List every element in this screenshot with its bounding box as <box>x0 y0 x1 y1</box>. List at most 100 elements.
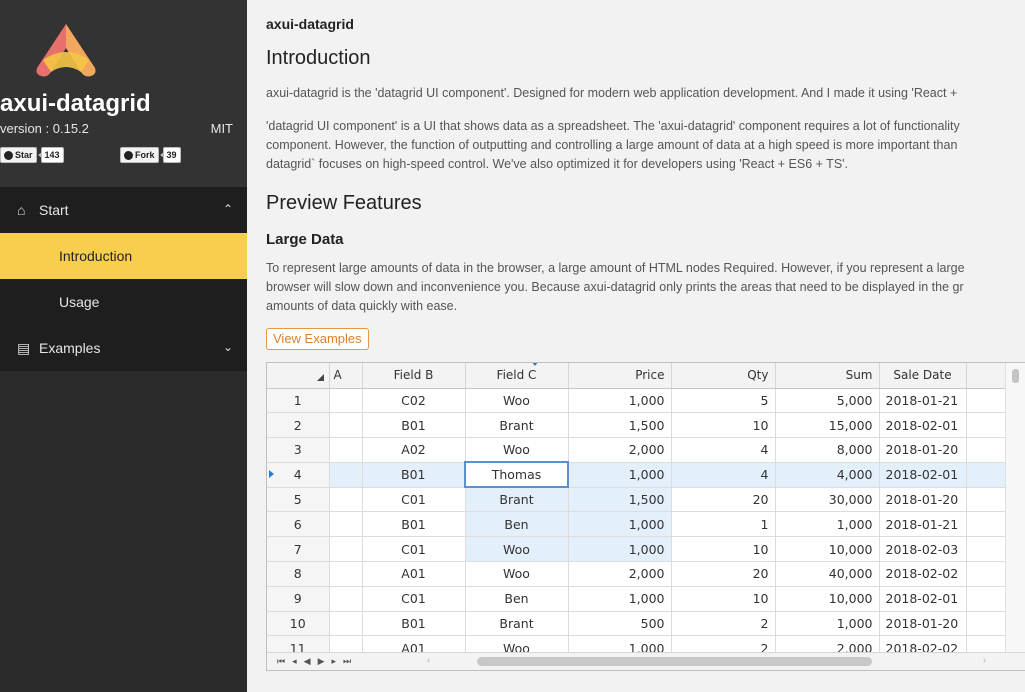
vertical-scroll-thumb[interactable] <box>1012 369 1019 383</box>
last-page-icon[interactable]: ⏭ <box>343 656 351 667</box>
view-examples-button[interactable]: View Examples <box>266 328 369 350</box>
sidebar-item-introduction[interactable]: Introduction <box>0 233 247 279</box>
cell-field-c[interactable]: Ben <box>465 586 569 612</box>
prev-block-icon[interactable]: ◂ <box>292 656 297 667</box>
table-row[interactable]: 5 C01 Brant 1,500 20 30,000 2018-01-20 <box>267 487 1008 513</box>
cell-sale-date[interactable]: 2018-02-01 <box>879 462 967 488</box>
cell-sum[interactable]: 10,000 <box>775 536 880 563</box>
table-row[interactable]: 2 B01 Brant 1,500 10 15,000 2018-02-01 <box>267 412 1008 439</box>
cell-a[interactable] <box>329 511 363 538</box>
next-block-icon[interactable]: ▸ <box>331 656 336 667</box>
cell-sum[interactable]: 40,000 <box>775 561 880 587</box>
row-number-cell[interactable]: 1 <box>267 388 330 414</box>
horizontal-scroll-thumb[interactable] <box>477 657 872 666</box>
row-number-cell[interactable]: 3 <box>267 437 330 463</box>
vertical-scrollbar[interactable] <box>1005 363 1025 653</box>
cell-sale-date[interactable]: 2018-01-21 <box>879 388 967 414</box>
cell-field-b[interactable]: B01 <box>362 611 466 637</box>
sidebar-item-usage[interactable]: Usage <box>0 279 247 325</box>
cell-field-b[interactable]: C01 <box>362 487 466 513</box>
datagrid[interactable]: A Field B Field C Price Qty Sum Sale Dat… <box>266 362 1025 671</box>
row-number-cell[interactable]: 6 <box>267 511 330 538</box>
cell-qty[interactable]: 20 <box>671 487 776 513</box>
cell-a[interactable] <box>329 536 363 563</box>
sidebar-item-examples[interactable]: ▤ Examples ⌄ <box>0 325 247 371</box>
cell-sale-date[interactable]: 2018-01-20 <box>879 611 967 637</box>
cell-sale-date[interactable]: 2018-02-03 <box>879 536 967 563</box>
cell-qty[interactable]: 10 <box>671 536 776 563</box>
cell-field-c[interactable]: Thomas <box>464 461 569 489</box>
prev-page-icon[interactable]: ◀ <box>304 656 311 667</box>
column-header[interactable]: Field B <box>362 363 466 389</box>
cell-price[interactable]: 1,000 <box>568 536 672 563</box>
cell-field-b[interactable]: A01 <box>362 561 466 587</box>
cell-field-b[interactable]: C01 <box>362 536 466 563</box>
cell-sum[interactable]: 1,000 <box>775 611 880 637</box>
row-number-cell[interactable]: 5 <box>267 487 330 513</box>
row-number-cell[interactable]: 2 <box>267 412 330 439</box>
cell-price[interactable]: 1,000 <box>568 462 672 488</box>
cell-field-b[interactable]: C02 <box>362 388 466 414</box>
cell-price[interactable]: 1,000 <box>568 511 672 538</box>
cell-sum[interactable]: 10,000 <box>775 586 880 612</box>
cell-sale-date[interactable]: 2018-01-21 <box>879 511 967 538</box>
cell-qty[interactable]: 5 <box>671 388 776 414</box>
cell-price[interactable]: 2,000 <box>568 561 672 587</box>
cell-field-b[interactable]: C01 <box>362 586 466 612</box>
table-row[interactable]: 7 C01 Woo 1,000 10 10,000 2018-02-03 <box>267 536 1008 563</box>
cell-field-c[interactable]: Woo <box>465 388 569 414</box>
cell-field-b[interactable]: B01 <box>362 462 466 488</box>
cell-sale-date[interactable]: 2018-02-01 <box>879 586 967 612</box>
cell-a[interactable] <box>329 586 363 612</box>
table-row[interactable]: 8 A01 Woo 2,000 20 40,000 2018-02-02 <box>267 561 1008 587</box>
cell-a[interactable] <box>329 611 363 637</box>
row-number-cell[interactable]: 10 <box>267 611 330 637</box>
scroll-left-icon[interactable]: ‹ <box>427 655 430 665</box>
star-count[interactable]: 143 <box>37 147 64 163</box>
cell-qty[interactable]: 2 <box>671 611 776 637</box>
column-header[interactable]: Sale Date <box>879 363 967 389</box>
first-page-icon[interactable]: ⏮ <box>277 656 285 667</box>
cell-field-b[interactable]: A02 <box>362 437 466 463</box>
cell-a[interactable] <box>329 561 363 587</box>
sidebar-item-start[interactable]: ⌂ Start ⌃ <box>0 187 247 233</box>
cell-qty[interactable]: 10 <box>671 412 776 439</box>
cell-field-c[interactable]: Woo <box>465 437 569 463</box>
fork-count[interactable]: 39 <box>159 147 181 163</box>
cell-sum[interactable]: 1,000 <box>775 511 880 538</box>
column-header[interactable]: A <box>329 363 363 389</box>
cell-field-c[interactable]: Brant <box>465 487 569 513</box>
row-number-cell[interactable]: 8 <box>267 561 330 587</box>
cell-field-b[interactable]: B01 <box>362 412 466 439</box>
cell-qty[interactable]: 20 <box>671 561 776 587</box>
cell-qty[interactable]: 10 <box>671 586 776 612</box>
table-row[interactable]: 6 B01 Ben 1,000 1 1,000 2018-01-21 <box>267 511 1008 538</box>
cell-sum[interactable]: 30,000 <box>775 487 880 513</box>
cell-a[interactable] <box>329 412 363 439</box>
cell-price[interactable]: 1,000 <box>568 586 672 612</box>
table-row[interactable]: 4 B01 Thomas 1,000 4 4,000 2018-02-01 <box>267 461 1008 489</box>
cell-field-b[interactable]: B01 <box>362 511 466 538</box>
cell-field-c[interactable]: Woo <box>465 536 569 563</box>
table-row[interactable]: 3 A02 Woo 2,000 4 8,000 2018-01-20 <box>267 437 1008 463</box>
cell-a[interactable] <box>329 388 363 414</box>
table-row[interactable]: 9 C01 Ben 1,000 10 10,000 2018-02-01 <box>267 586 1008 612</box>
cell-sale-date[interactable]: 2018-02-01 <box>879 412 967 439</box>
cell-field-c[interactable]: Woo <box>465 561 569 587</box>
cell-a[interactable] <box>329 487 363 513</box>
cell-field-c[interactable]: Brant <box>465 611 569 637</box>
cell-sale-date[interactable]: 2018-01-20 <box>879 487 967 513</box>
cell-price[interactable]: 1,000 <box>568 388 672 414</box>
cell-sum[interactable]: 15,000 <box>775 412 880 439</box>
scroll-right-icon[interactable]: › <box>983 655 986 665</box>
github-star-button[interactable]: Star 143 <box>0 147 64 163</box>
cell-field-c[interactable]: Ben <box>465 511 569 538</box>
cell-qty[interactable]: 4 <box>671 437 776 463</box>
axui-logo-icon[interactable] <box>33 22 99 78</box>
column-header[interactable]: Sum <box>775 363 880 389</box>
cell-qty[interactable]: 1 <box>671 511 776 538</box>
cell-sale-date[interactable]: 2018-02-02 <box>879 561 967 587</box>
cell-sum[interactable]: 8,000 <box>775 437 880 463</box>
table-row[interactable]: 10 B01 Brant 500 2 1,000 2018-01-20 <box>267 611 1008 637</box>
cell-price[interactable]: 1,500 <box>568 412 672 439</box>
